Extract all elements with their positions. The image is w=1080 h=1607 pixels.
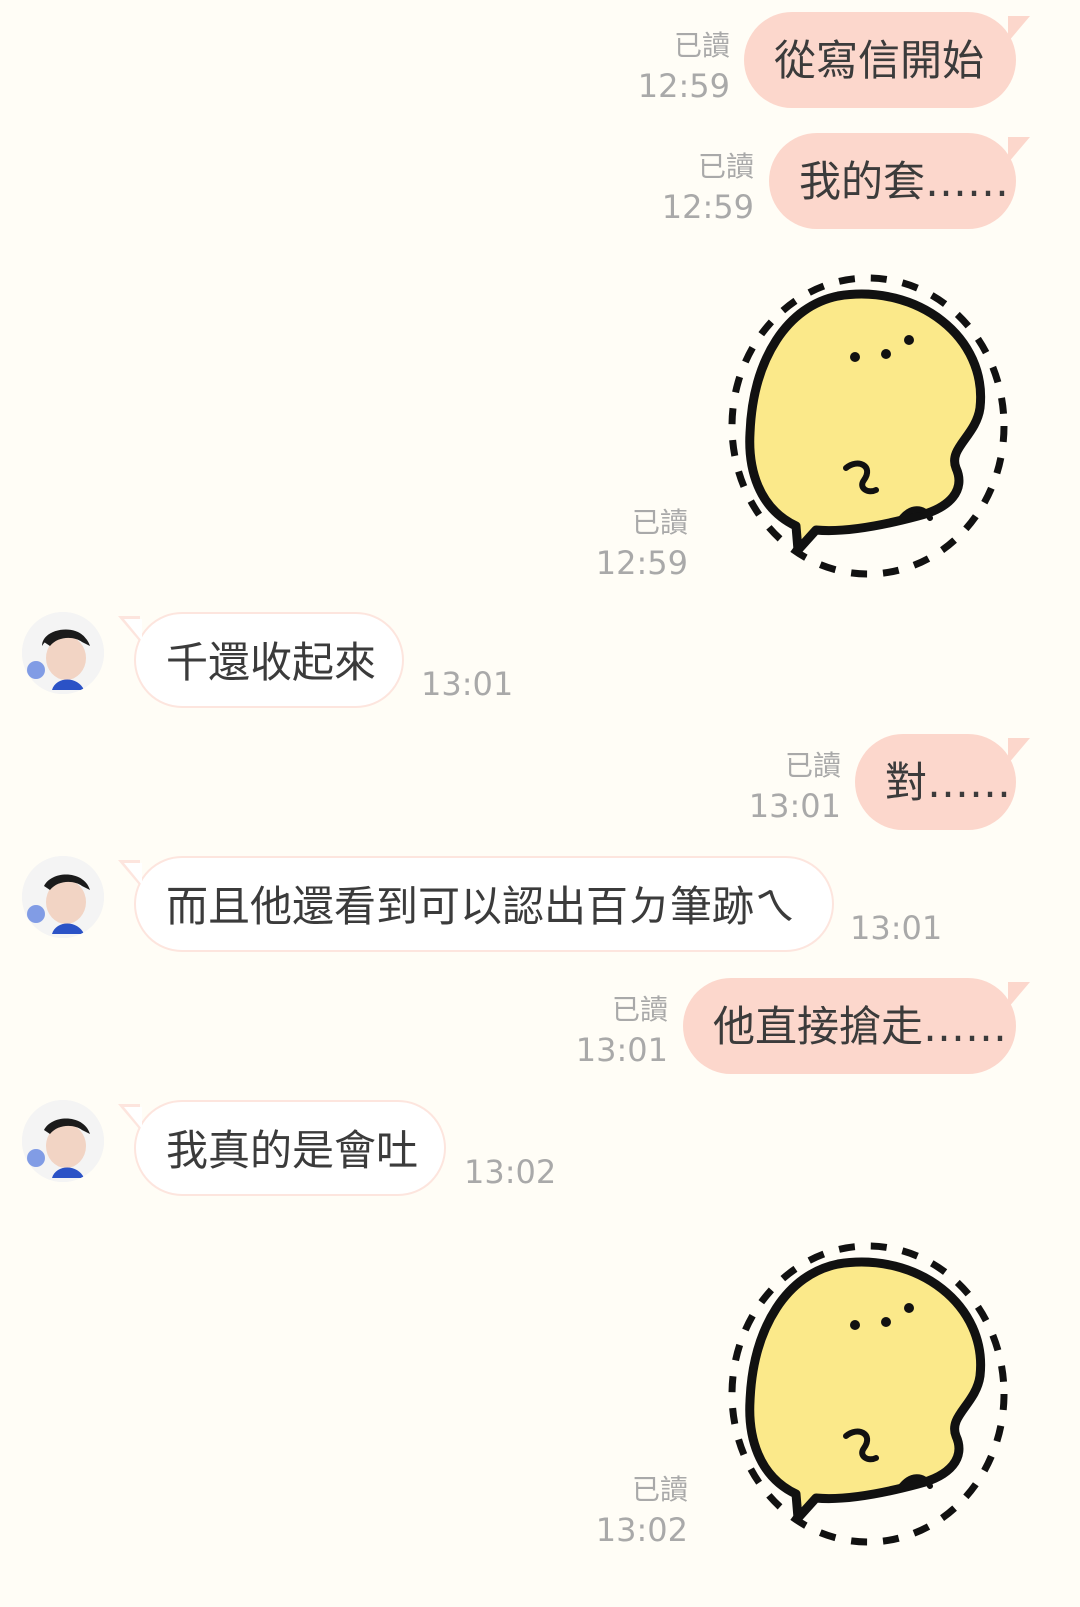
contact-avatar[interactable] (22, 612, 104, 694)
contact-message-bubble[interactable]: 我真的是會吐 (134, 1100, 446, 1196)
message-meta: 已讀 13:01 (558, 990, 668, 1070)
message-text: 從寫信開始 (774, 36, 985, 85)
bubble-tail (1008, 137, 1030, 163)
bubble-tail (1008, 16, 1030, 42)
message-time: 12:59 (595, 544, 688, 582)
message-text: 我真的是會吐 (166, 1126, 419, 1175)
contact-avatar[interactable] (22, 1100, 104, 1182)
my-message-bubble[interactable]: 從寫信開始 (744, 12, 1016, 108)
message-time: 12:59 (637, 67, 730, 105)
yellow-blob-sticker[interactable] (718, 268, 1018, 588)
avatar-illustration-icon (22, 856, 104, 938)
read-receipt: 已讀 (697, 150, 754, 183)
message-text: 而且他還看到可以認出百ㄉ筆跡ㄟ (166, 882, 797, 931)
message-time: 13:02 (464, 1153, 557, 1191)
message-time: 13:01 (421, 665, 514, 703)
chat-area[interactable]: 已讀 12:59 從寫信開始 已讀 12:59 我的套…… 已讀 12:59 千… (0, 0, 1080, 1607)
message-meta: 已讀 12:59 (644, 147, 754, 227)
bubble-tail-fill (124, 619, 142, 641)
bubble-tail (1008, 982, 1030, 1008)
message-text: 我的套…… (799, 157, 1010, 206)
read-receipt: 已讀 (631, 1473, 688, 1506)
message-text: 對…… (885, 758, 1012, 807)
avatar-illustration-icon (22, 612, 104, 694)
my-message-bubble[interactable]: 他直接搶走…… (683, 978, 1016, 1074)
message-text: 千還收起來 (166, 638, 377, 687)
message-meta: 已讀 12:59 (578, 503, 688, 583)
yellow-blob-sticker[interactable] (718, 1236, 1018, 1556)
my-message-bubble[interactable]: 我的套…… (769, 133, 1016, 229)
contact-message-bubble[interactable]: 而且他還看到可以認出百ㄉ筆跡ㄟ (134, 856, 834, 952)
message-time: 13:02 (595, 1511, 688, 1549)
sticker-graphic (728, 274, 1008, 578)
message-time: 13:01 (850, 909, 943, 947)
message-meta: 已讀 12:59 (620, 26, 730, 106)
read-receipt: 已讀 (611, 993, 668, 1026)
my-message-bubble[interactable]: 對…… (855, 734, 1016, 830)
message-time: 13:01 (575, 1031, 668, 1069)
sticker-graphic (728, 1242, 1008, 1546)
message-meta: 已讀 13:02 (578, 1470, 688, 1550)
message-text: 他直接搶走…… (713, 1002, 1008, 1051)
bubble-tail (1008, 738, 1030, 764)
avatar-illustration-icon (22, 1100, 104, 1182)
contact-message-bubble[interactable]: 千還收起來 (134, 612, 404, 708)
bubble-tail-fill (124, 863, 142, 885)
read-receipt: 已讀 (631, 506, 688, 539)
message-meta: 已讀 13:01 (731, 746, 841, 826)
bubble-tail-fill (124, 1107, 142, 1129)
contact-avatar[interactable] (22, 856, 104, 938)
read-receipt: 已讀 (784, 749, 841, 782)
message-time: 12:59 (661, 188, 754, 226)
message-time: 13:01 (748, 787, 841, 825)
read-receipt: 已讀 (673, 29, 730, 62)
